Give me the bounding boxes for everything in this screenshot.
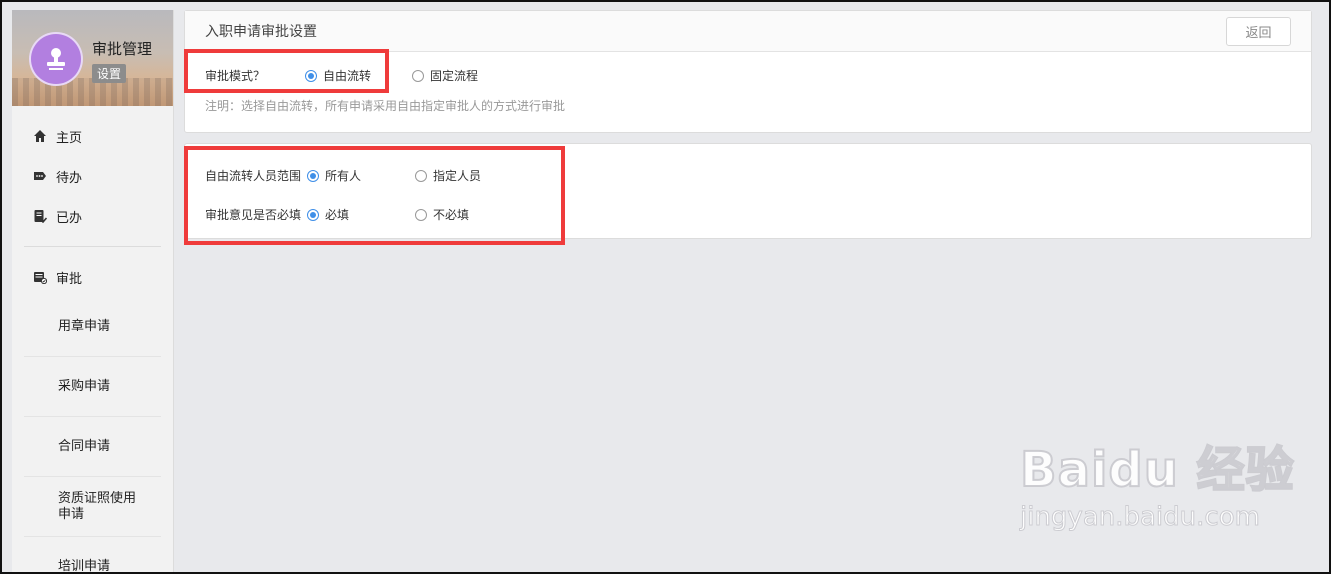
scope-option-specified[interactable]: 指定人员 (415, 167, 481, 184)
mode-note: 注明：选择自由流转，所有申请采用自由指定审批人的方式进行审批 (205, 99, 566, 113)
watermark-url: jingyan.baidu.com (1020, 502, 1261, 533)
approval-icon (32, 269, 48, 285)
baidu-watermark: Baidu 经验 jingyan.baidu.com (1019, 430, 1295, 533)
sidebar-nav: 主页 待办 已办 审批 用章申请 采购申请 合同申请 资质证照使用申请 培训申请 (12, 106, 173, 574)
sidebar-subitem-purchase-request[interactable]: 采购申请 (24, 357, 161, 417)
scope-option-all[interactable]: 所有人 (307, 167, 361, 184)
radio-unchecked-icon[interactable] (415, 169, 427, 182)
option-label: 指定人员 (433, 169, 482, 183)
opinion-option-required[interactable]: 必填 (307, 206, 349, 223)
panel-title: 入职申请审批设置 (185, 11, 1311, 52)
radio-unchecked-icon[interactable] (412, 69, 424, 82)
sidebar-item-approval[interactable]: 审批 (12, 257, 173, 297)
sidebar-header: 审批管理 设置 (12, 10, 173, 106)
scope-label: 自由流转人员范围 (205, 167, 301, 184)
tag-icon (32, 168, 48, 184)
option-label: 不必填 (433, 208, 470, 222)
sidebar-subitem-seal-request[interactable]: 用章申请 (24, 297, 161, 357)
sidebar-subitem-training-request[interactable]: 培训申请 (24, 537, 161, 574)
back-button[interactable]: 返回 (1226, 17, 1291, 46)
home-icon (32, 128, 48, 144)
radio-checked-icon[interactable] (305, 69, 317, 82)
approval-settings-panel: 入职申请审批设置 返回 审批模式？ 自由流转 固定流程 注明：选择自由流转，所有… (184, 10, 1312, 133)
mode-option-fixed[interactable]: 固定流程 (412, 67, 478, 84)
sidebar-item-label: 已办 (56, 210, 83, 226)
option-label: 所有人 (325, 169, 362, 183)
mode-label-text: 审批模式？ (205, 69, 266, 83)
sidebar-item-label: 审批 (56, 271, 83, 287)
watermark-logo: Baidu 经验 (1019, 441, 1295, 499)
sidebar-subitem-license-request[interactable]: 资质证照使用申请 (24, 477, 161, 537)
radio-checked-icon[interactable] (307, 169, 319, 182)
mode-label: 审批模式？ (205, 67, 265, 84)
opinion-label-text: 审批意见是否必填 (205, 208, 302, 222)
stamp-avatar-icon (29, 32, 83, 86)
option-label: 固定流程 (430, 69, 479, 83)
sidebar-item-home[interactable]: 主页 (12, 116, 173, 156)
sidebar-title: 审批管理 (92, 40, 153, 58)
mode-option-free[interactable]: 自由流转 (305, 67, 371, 84)
opinion-option-optional[interactable]: 不必填 (415, 206, 469, 223)
free-flow-settings-panel: 自由流转人员范围 所有人 指定人员 审批意见是否必填 必填 不必填 (184, 143, 1312, 239)
option-label: 必填 (325, 208, 350, 222)
sidebar-subitem-contract-request[interactable]: 合同申请 (24, 417, 161, 477)
sidebar: 审批管理 设置 主页 待办 已办 审批 用章申请 采购申请 合同申请 资质证照使… (12, 10, 174, 574)
settings-badge[interactable]: 设置 (92, 64, 127, 83)
sidebar-item-label: 主页 (56, 130, 83, 146)
radio-checked-icon[interactable] (307, 208, 319, 221)
done-icon (32, 208, 48, 224)
sidebar-item-todo[interactable]: 待办 (12, 156, 173, 196)
scope-label-text: 自由流转人员范围 (205, 169, 302, 183)
opinion-label: 审批意见是否必填 (205, 206, 301, 223)
sidebar-item-done[interactable]: 已办 (12, 196, 173, 236)
sidebar-item-label: 待办 (56, 170, 83, 186)
sidebar-divider (24, 246, 161, 247)
radio-unchecked-icon[interactable] (415, 208, 427, 221)
option-label: 自由流转 (323, 69, 372, 83)
